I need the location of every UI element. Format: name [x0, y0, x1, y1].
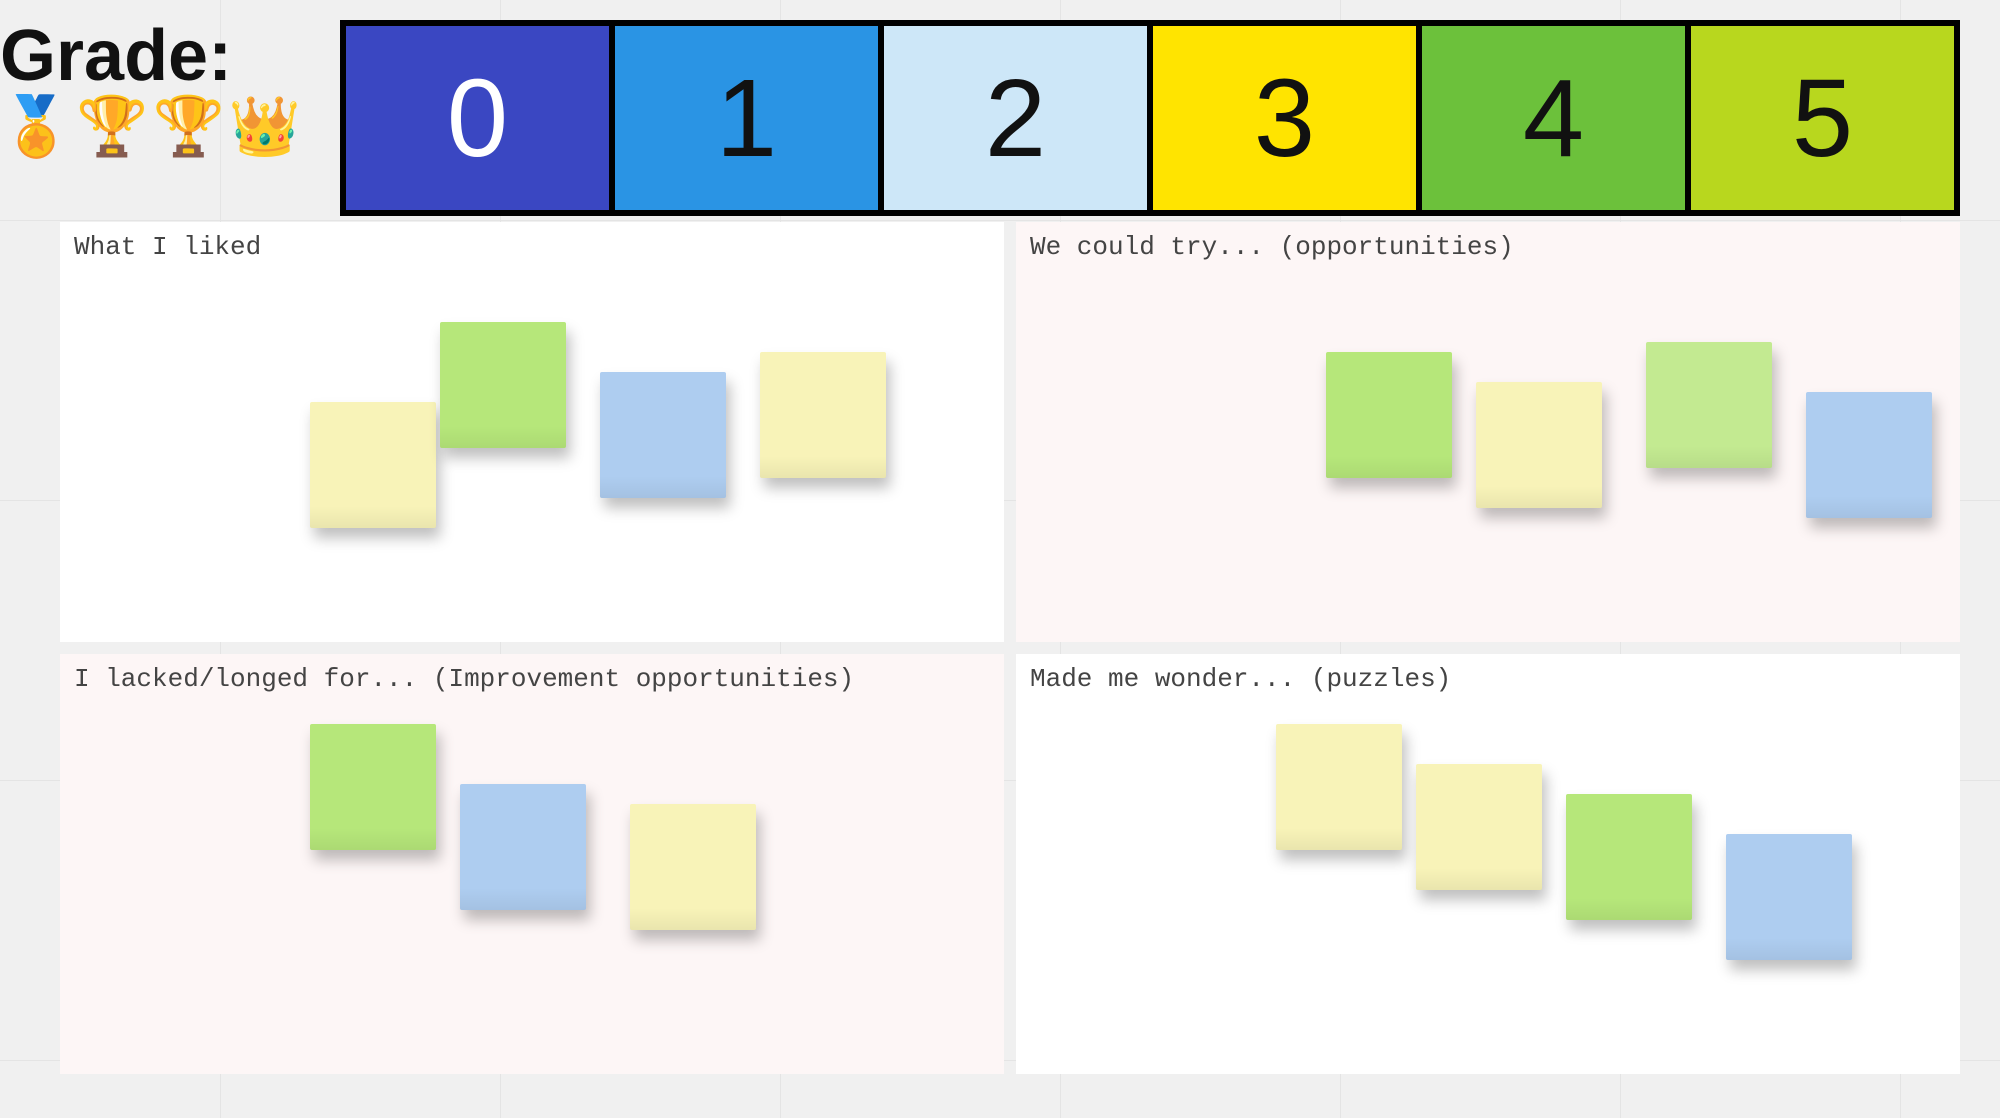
header: Grade: 🏅 🏆 🏆 👑 012345	[0, 20, 2000, 216]
sticky-note[interactable]	[760, 352, 886, 478]
grade-cell-2[interactable]: 2	[884, 26, 1153, 210]
quadrant-title: Made me wonder... (puzzles)	[1030, 664, 1946, 694]
grade-cell-0[interactable]: 0	[346, 26, 615, 210]
quadrant-wonder[interactable]: Made me wonder... (puzzles)	[1016, 654, 1960, 1074]
sticky-note[interactable]	[460, 784, 586, 910]
grade-cell-3[interactable]: 3	[1153, 26, 1422, 210]
sticky-note[interactable]	[1726, 834, 1852, 960]
sticky-note[interactable]	[1326, 352, 1452, 478]
grade-icons: 🏅 🏆 🏆 👑	[0, 98, 340, 156]
trophy-icon: 🏆	[76, 98, 148, 156]
grade-cell-1[interactable]: 1	[615, 26, 884, 210]
grade-block: Grade: 🏅 🏆 🏆 👑	[0, 20, 340, 156]
sticky-note[interactable]	[310, 724, 436, 850]
grade-cell-4[interactable]: 4	[1422, 26, 1691, 210]
sticky-note[interactable]	[1806, 392, 1932, 518]
sticky-note[interactable]	[1566, 794, 1692, 920]
sticky-note[interactable]	[630, 804, 756, 930]
cup-icon: 🏆	[152, 98, 224, 156]
quadrant-title: We could try... (opportunities)	[1030, 232, 1946, 262]
retro-board: What I liked We could try... (opportuniti…	[60, 222, 1960, 1092]
sticky-note[interactable]	[600, 372, 726, 498]
sticky-note[interactable]	[440, 322, 566, 448]
sticky-note[interactable]	[1416, 764, 1542, 890]
sticky-note[interactable]	[1646, 342, 1772, 468]
quadrant-lacked[interactable]: I lacked/longed for... (Improvement oppo…	[60, 654, 1004, 1074]
sticky-note[interactable]	[1476, 382, 1602, 508]
quadrant-title: I lacked/longed for... (Improvement oppo…	[74, 664, 990, 694]
quadrant-liked[interactable]: What I liked	[60, 222, 1004, 642]
quadrant-title: What I liked	[74, 232, 990, 262]
crown-icon: 👑	[229, 98, 301, 156]
grade-label: Grade:	[0, 20, 340, 92]
grade-cell-5[interactable]: 5	[1691, 26, 1954, 210]
quadrant-try[interactable]: We could try... (opportunities)	[1016, 222, 1960, 642]
sticky-note[interactable]	[1276, 724, 1402, 850]
sticky-note[interactable]	[310, 402, 436, 528]
medal-icon: 🏅	[0, 98, 72, 156]
grade-scale: 012345	[340, 20, 1960, 216]
